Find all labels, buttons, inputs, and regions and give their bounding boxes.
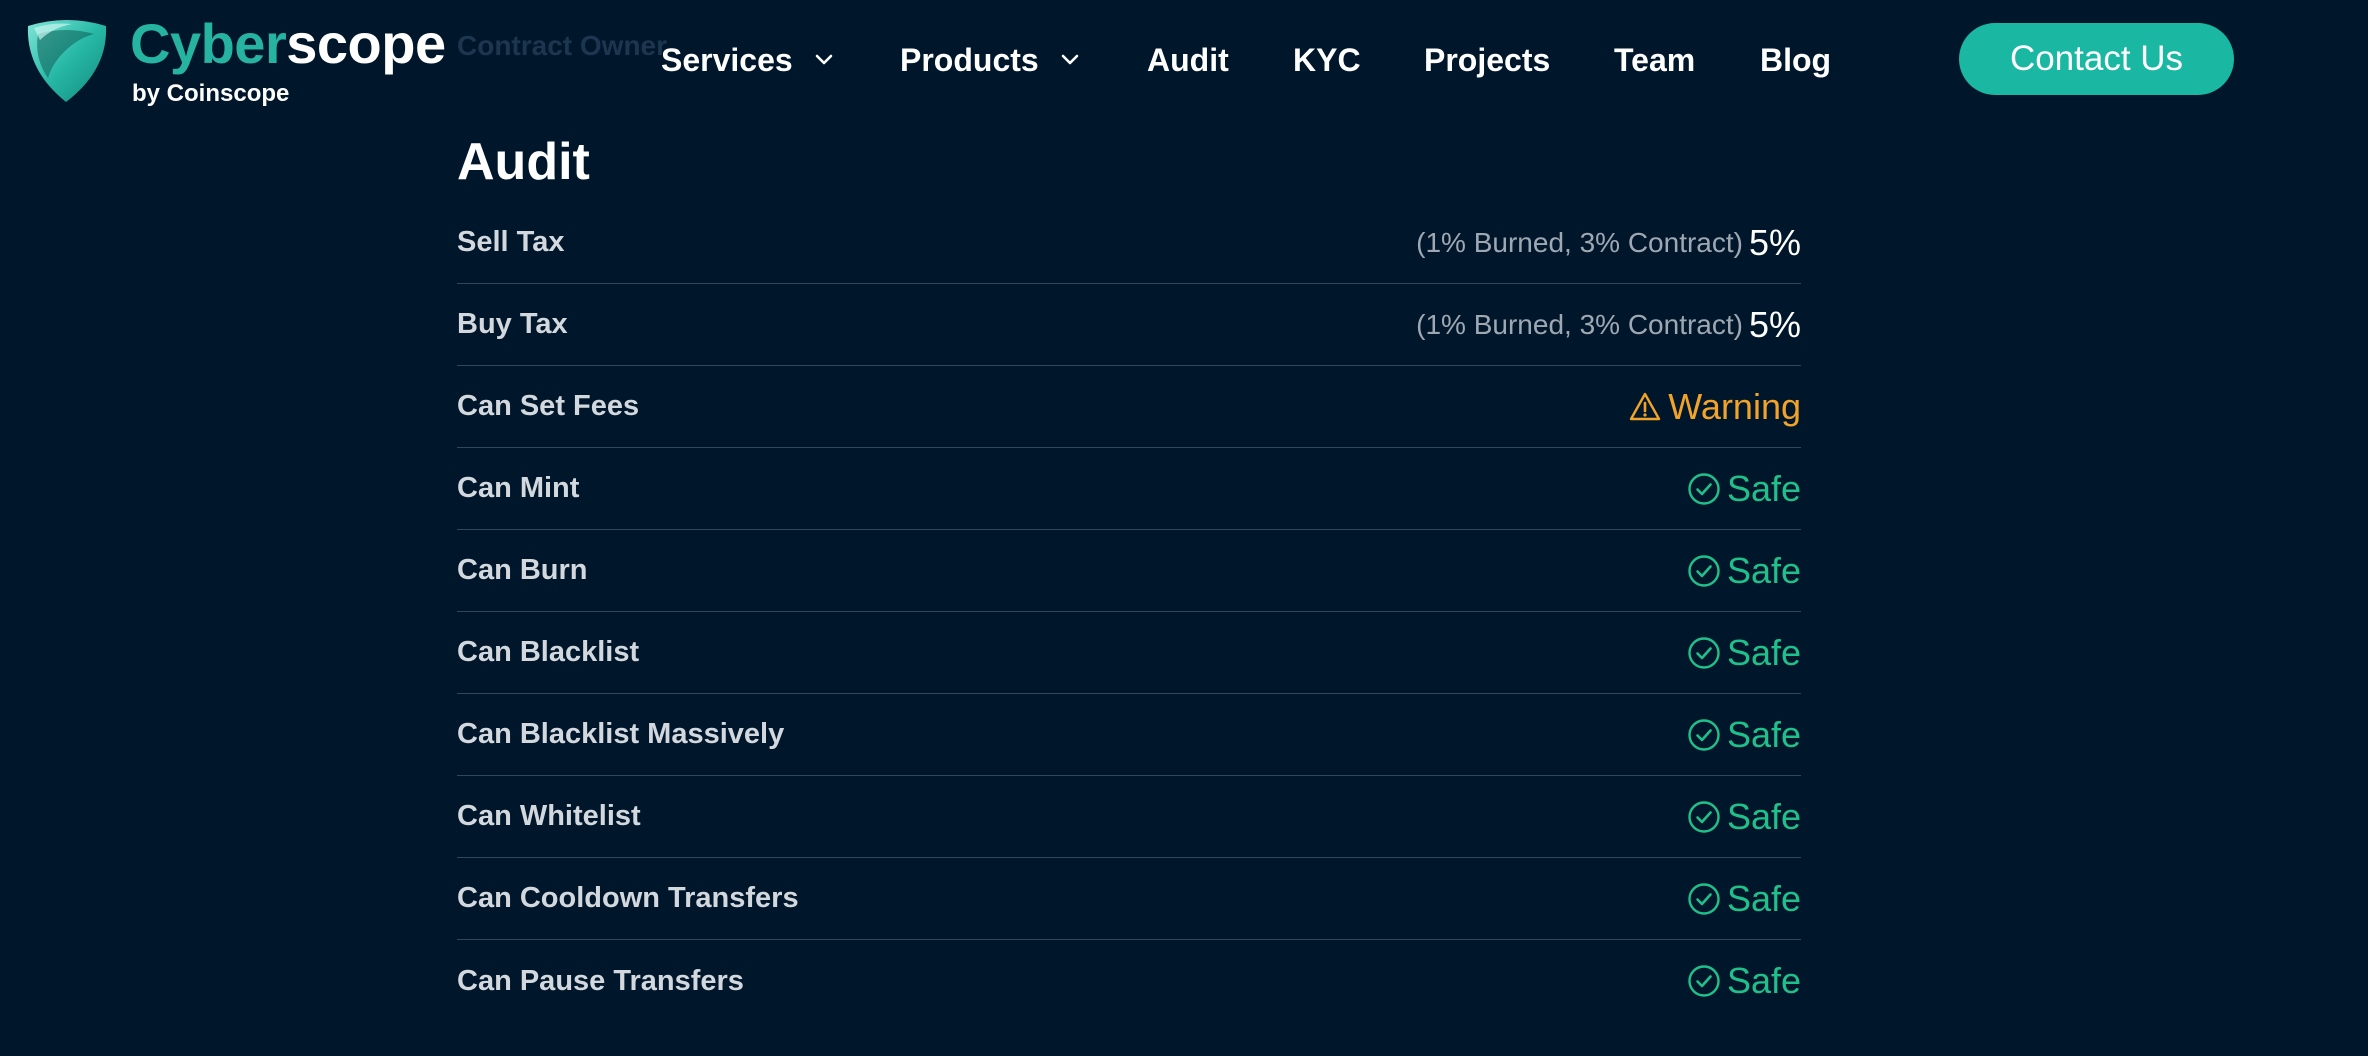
check-circle-icon: [1688, 800, 1720, 833]
audit-row-can-set-fees: Can Set Fees Warning: [457, 366, 1801, 448]
row-label: Buy Tax: [457, 308, 568, 340]
audit-row-can-whitelist: Can Whitelist Safe: [457, 776, 1801, 858]
contact-us-button[interactable]: Contact Us: [1959, 23, 2234, 95]
logo-subtitle: by Coinscope: [132, 80, 290, 107]
status-badge: Safe: [1687, 960, 1801, 1002]
row-label: Can Blacklist Massively: [457, 718, 785, 750]
row-label: Can Pause Transfers: [457, 964, 744, 997]
nav-item-kyc[interactable]: KYC: [1293, 38, 1361, 82]
audit-row-can-blacklist: Can Blacklist Safe: [457, 612, 1801, 694]
check-circle-icon: [1688, 882, 1720, 915]
shield-logo-icon: [27, 20, 107, 102]
audit-row-sell-tax: Sell Tax (1% Burned, 3% Contract) 5%: [457, 202, 1801, 284]
row-label: Can Blacklist: [457, 636, 640, 668]
row-value: (1% Burned, 3% Contract) 5%: [1416, 222, 1801, 264]
audit-row-can-burn: Can Burn Safe: [457, 530, 1801, 612]
warning-triangle-icon: [1630, 392, 1661, 420]
nav-item-services[interactable]: Services: [661, 38, 833, 82]
status-badge: Safe: [1687, 714, 1801, 756]
tax-value: 5%: [1748, 221, 1801, 263]
audit-row-can-blacklist-massively: Can Blacklist Massively Safe: [457, 694, 1801, 776]
site-header: Cyberscope by Coinscope Services Product…: [0, 0, 2368, 120]
row-value: (1% Burned, 3% Contract) 5%: [1416, 304, 1801, 346]
tax-value: 5%: [1748, 303, 1801, 345]
logo[interactable]: Cyberscope by Coinscope: [22, 12, 446, 108]
status-badge: Safe: [1687, 632, 1801, 674]
tax-breakdown: (1% Burned, 3% Contract): [1416, 308, 1743, 340]
nav-item-team[interactable]: Team: [1614, 38, 1695, 82]
row-label: Can Set Fees: [457, 390, 640, 422]
audit-row-can-mint: Can Mint Safe: [457, 448, 1801, 530]
logo-title: Cyberscope: [130, 12, 446, 75]
status-badge: Safe: [1687, 878, 1801, 920]
audit-row-can-cooldown-transfers: Can Cooldown Transfers Safe: [457, 858, 1801, 940]
check-circle-icon: [1688, 965, 1720, 997]
audit-row-can-pause-transfers: Can Pause Transfers Safe: [457, 940, 1801, 1022]
check-circle-icon: [1688, 472, 1720, 505]
check-circle-icon: [1688, 554, 1720, 587]
nav-item-products[interactable]: Products: [900, 38, 1079, 82]
status-badge: Safe: [1687, 468, 1801, 510]
audit-row-buy-tax: Buy Tax (1% Burned, 3% Contract) 5%: [457, 284, 1801, 366]
status-badge: Safe: [1687, 550, 1801, 592]
row-label: Can Burn: [457, 554, 588, 586]
audit-list: Sell Tax (1% Burned, 3% Contract) 5% Buy…: [457, 202, 1801, 1022]
check-circle-icon: [1688, 636, 1720, 669]
tax-breakdown: (1% Burned, 3% Contract): [1416, 226, 1743, 258]
row-label: Can Cooldown Transfers: [457, 882, 799, 914]
chevron-down-icon: [1061, 54, 1078, 65]
check-circle-icon: [1688, 718, 1720, 751]
nav-item-projects[interactable]: Projects: [1424, 38, 1550, 82]
audit-heading: Audit: [457, 133, 590, 191]
chevron-down-icon: [815, 54, 832, 65]
nav-item-audit[interactable]: Audit: [1147, 38, 1229, 82]
nav-item-blog[interactable]: Blog: [1760, 38, 1831, 82]
page: Contract Owner Cyberscope by Coinscope S…: [0, 0, 2368, 1056]
status-badge: Safe: [1687, 796, 1801, 838]
status-badge: Warning: [1628, 386, 1801, 428]
row-label: Can Mint: [457, 472, 580, 504]
row-label: Sell Tax: [457, 226, 565, 258]
row-label: Can Whitelist: [457, 800, 641, 832]
